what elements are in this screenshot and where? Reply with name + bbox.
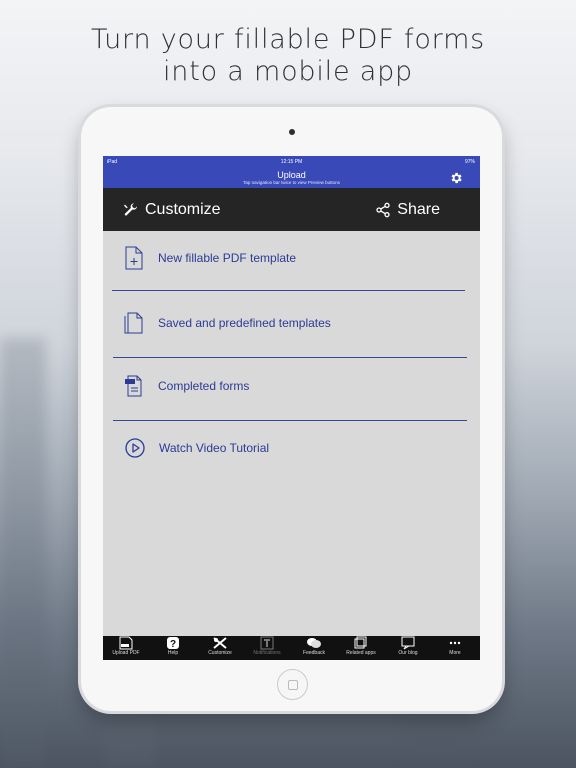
wrench-icon [124, 202, 138, 216]
help-icon: ? [150, 636, 196, 650]
customize-button[interactable]: Customize [123, 188, 221, 231]
nav-subtitle: Tap navigation bar twice to view Preview… [243, 180, 340, 185]
share-icon [376, 202, 390, 217]
tab-more-label: More [449, 650, 461, 656]
tools-icon [197, 636, 243, 650]
blog-icon [385, 636, 431, 650]
play-icon [124, 436, 146, 460]
menu-item-saved-templates[interactable]: Saved and predefined templates [123, 311, 466, 335]
completed-forms-label: Completed forms [158, 379, 250, 393]
bottom-tab-bar: Upload PDF ? Help Customize Notification… [103, 636, 480, 660]
tab-customize-label: Customize [208, 650, 232, 656]
saved-templates-label: Saved and predefined templates [158, 316, 331, 330]
related-apps-icon [338, 636, 384, 650]
promo-headline-line-2: into a mobile app [162, 56, 413, 87]
svg-text:?: ? [170, 639, 176, 650]
tab-feedback[interactable]: Feedback [291, 636, 337, 660]
video-tutorial-label: Watch Video Tutorial [159, 441, 270, 455]
tab-feedback-label: Feedback [303, 650, 325, 656]
front-camera [289, 129, 295, 135]
nav-title: Upload [277, 170, 306, 180]
tab-related-apps[interactable]: Related apps [338, 636, 384, 660]
menu-divider-3 [113, 420, 467, 421]
tab-more[interactable]: More [432, 636, 478, 660]
status-time: 12:15 PM [280, 159, 303, 165]
upload-pdf-icon [103, 636, 149, 650]
tab-our-blog-label: Our blog [398, 650, 418, 656]
promo-headline: Turn your fillable PDF forms into a mobi… [0, 24, 576, 88]
home-button[interactable] [277, 669, 308, 700]
share-label: Share [397, 200, 440, 218]
share-button[interactable]: Share [375, 188, 440, 231]
app-screen: iPad 12:15 PM 97% Upload Tap navigation … [103, 156, 480, 660]
customize-label: Customize [145, 200, 221, 218]
feedback-icon [291, 636, 337, 650]
more-icon [432, 636, 478, 650]
menu-divider-1 [112, 290, 465, 291]
tab-notifications[interactable]: Notifications [244, 636, 290, 660]
menu-item-video-tutorial[interactable]: Watch Video Tutorial [124, 436, 467, 460]
pdf-file-icon [123, 374, 145, 398]
tab-upload-pdf-label: Upload PDF [112, 650, 140, 656]
documents-icon [123, 311, 145, 335]
promo-headline-line-1: Turn your fillable PDF forms [90, 24, 486, 55]
battery-percentage: 97% [464, 159, 475, 165]
tab-notifications-label: Notifications [253, 650, 281, 656]
gear-icon[interactable] [449, 171, 463, 185]
new-template-icon [123, 246, 145, 270]
tab-our-blog[interactable]: Our blog [385, 636, 431, 660]
tab-upload-pdf[interactable]: Upload PDF [103, 636, 149, 660]
notifications-icon [244, 636, 290, 650]
new-template-label: New fillable PDF template [158, 251, 297, 265]
tab-help[interactable]: ? Help [150, 636, 196, 660]
tab-customize[interactable]: Customize [197, 636, 243, 660]
menu-divider-2 [113, 357, 467, 358]
tab-help-label: Help [167, 650, 179, 656]
status-bar: iPad 12:15 PM 97% [103, 156, 480, 168]
tab-related-apps-label: Related apps [346, 650, 376, 656]
menu-item-new-template[interactable]: New fillable PDF template [123, 246, 466, 270]
menu-item-completed-forms[interactable]: Completed forms [123, 374, 466, 398]
action-toolbar: Customize Share [103, 188, 480, 231]
navigation-bar[interactable]: Upload Tap navigation bar twice to view … [103, 168, 480, 188]
home-button-square [288, 680, 298, 690]
